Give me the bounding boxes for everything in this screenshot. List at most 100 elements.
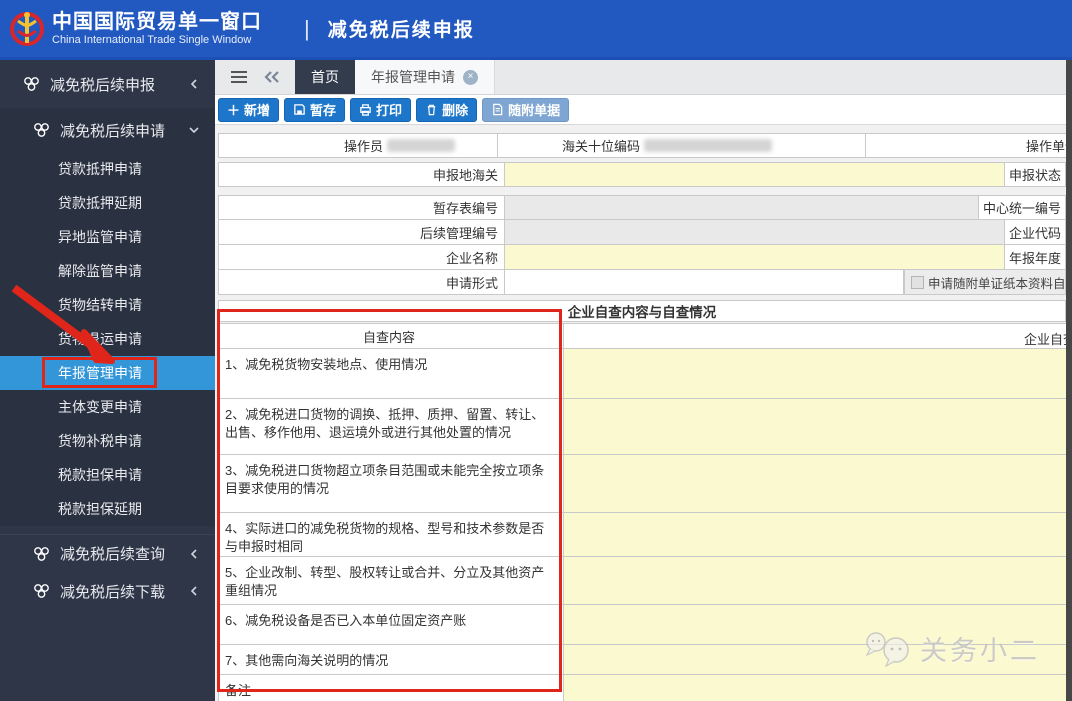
redacted-operator-value	[387, 139, 455, 152]
sidebar-group-减免税后续下载[interactable]: 减免税后续下载	[0, 572, 215, 610]
table-row-remark: 备注	[219, 674, 1072, 701]
vertical-scrollbar[interactable]	[1066, 60, 1072, 701]
app-window: 中国国际贸易单一窗口 China International Trade Sin…	[0, 0, 1072, 701]
remark-input[interactable]	[564, 674, 1072, 701]
sidebar-item-label: 货物补税申请	[58, 431, 142, 451]
app-header: 中国国际贸易单一窗口 China International Trade Sin…	[0, 0, 1072, 60]
operator-unit-cell: 操作单位名称	[865, 134, 1072, 157]
enterprise-name-row: 企业名称 年报年度	[218, 245, 1066, 270]
table-row-4: 4、实际进口的减免税货物的规格、型号和技术参数是否与申报时相同	[219, 512, 1072, 556]
add-button-label: 新增	[244, 100, 270, 119]
operator-cell: 操作员	[219, 134, 497, 157]
self-check-table: 自查内容 企业自查情况 1、减免税货物安装地点、使用情况 2、减免税进口货物的调…	[218, 323, 1072, 701]
sidebar-root-减免税后续申报[interactable]: 减免税后续申报	[0, 60, 215, 108]
page-title: 减免税后续申报	[328, 15, 475, 42]
center-unified-no-label: 中心统一编号	[979, 198, 1065, 217]
brand-titles: 中国国际贸易单一窗口 China International Trade Sin…	[52, 11, 262, 47]
sidebar-item-税款担保延期[interactable]: 税款担保延期	[0, 492, 215, 526]
sidebar: 减免税后续申报 减免税后续申请 贷款抵押申请 贷款抵押延期 异地监管申请 解除监…	[0, 60, 215, 701]
apply-form-label: 申请形式	[219, 273, 504, 292]
chevron-left-icon	[189, 79, 199, 89]
tab-home[interactable]: 首页	[295, 60, 355, 94]
self-check-input-2[interactable]	[564, 398, 1072, 454]
table-row-6: 6、减免税设备是否已入本单位固定资产账	[219, 604, 1072, 644]
draft-no-row: 暂存表编号 中心统一编号	[218, 195, 1066, 220]
follow-up-no-label: 后续管理编号	[219, 223, 504, 242]
sidebar-item-label: 贷款抵押申请	[58, 159, 142, 179]
sidebar-item-label: 货物结转申请	[58, 295, 142, 315]
action-toolbar: ＋ 新增 暂存 打印 删除	[215, 95, 1072, 125]
header-divider: |	[304, 16, 310, 42]
sidebar-item-label: 货物退运申请	[58, 329, 142, 349]
declare-customs-label: 申报地海关	[219, 165, 504, 184]
sidebar-root-label: 减免税后续申报	[50, 74, 155, 95]
sidebar-item-货物补税申请[interactable]: 货物补税申请	[0, 424, 215, 458]
tab-annual-report[interactable]: 年报管理申请 ×	[355, 60, 495, 94]
paper-docs-checkbox-label: 申请随附单证纸本资料自行保管	[928, 273, 1065, 292]
self-check-input-6[interactable]	[564, 604, 1072, 644]
save-draft-button[interactable]: 暂存	[284, 98, 345, 122]
sidebar-item-label: 税款担保申请	[58, 465, 142, 485]
sidebar-item-label: 贷款抵押延期	[58, 193, 142, 213]
declare-customs-field[interactable]	[504, 163, 1005, 186]
sidebar-group-减免税后续查询[interactable]: 减免税后续查询	[0, 534, 215, 572]
module-cluster-icon	[22, 76, 42, 92]
customs-code-label: 海关十位编码	[562, 136, 640, 155]
paper-docs-checkbox[interactable]	[911, 276, 924, 289]
sidebar-group-减免税后续申请[interactable]: 减免税后续申请	[0, 108, 215, 152]
self-check-item-4: 4、实际进口的减免税货物的规格、型号和技术参数是否与申报时相同	[219, 512, 564, 556]
sidebar-item-税款担保申请[interactable]: 税款担保申请	[0, 458, 215, 492]
collapse-tabs-icon[interactable]	[263, 70, 281, 84]
sidebar-item-货物结转申请[interactable]: 货物结转申请	[0, 288, 215, 322]
apply-form-row: 申请形式 申请随附单证纸本资料自行保管	[218, 270, 1066, 295]
sidebar-group-label: 减免税后续申请	[60, 120, 165, 141]
table-row-2: 2、减免税进口货物的调换、抵押、质押、留置、转让、出售、移作他用、退运境外或进行…	[219, 398, 1072, 454]
sidebar-item-贷款抵押延期[interactable]: 贷款抵押延期	[0, 186, 215, 220]
add-button[interactable]: ＋ 新增	[218, 98, 279, 122]
tab-close-icon[interactable]: ×	[463, 70, 478, 85]
sidebar-item-贷款抵押申请[interactable]: 贷款抵押申请	[0, 152, 215, 186]
sidebar-item-label: 异地监管申请	[58, 227, 142, 247]
redacted-customs-code-value	[644, 139, 772, 152]
sidebar-item-label: 税款担保延期	[58, 499, 142, 519]
apply-form-field[interactable]	[504, 270, 904, 294]
sidebar-item-解除监管申请[interactable]: 解除监管申请	[0, 254, 215, 288]
sidebar-item-年报管理申请-active[interactable]: 年报管理申请	[0, 356, 215, 390]
self-check-item-1: 1、减免税货物安装地点、使用情况	[219, 348, 564, 398]
brand-title-en: China International Trade Single Window	[52, 34, 262, 47]
floppy-disk-icon	[293, 103, 306, 116]
enterprise-name-field[interactable]	[504, 245, 1005, 269]
self-check-item-7: 7、其他需向海关说明的情况	[219, 644, 564, 674]
hamburger-menu-icon[interactable]	[229, 69, 249, 85]
table-row-1: 1、减免税货物安装地点、使用情况	[219, 348, 1072, 398]
operator-info-row: 操作员 海关十位编码 操作单位名称	[218, 133, 1072, 158]
table-row-7: 7、其他需向海关说明的情况	[219, 644, 1072, 674]
sidebar-item-异地监管申请[interactable]: 异地监管申请	[0, 220, 215, 254]
col-header-self-check-content: 自查内容	[219, 323, 564, 348]
follow-up-no-row: 后续管理编号 企业代码	[218, 220, 1066, 245]
self-check-input-4[interactable]	[564, 512, 1072, 556]
sidebar-item-主体变更申请[interactable]: 主体变更申请	[0, 390, 215, 424]
self-check-input-3[interactable]	[564, 454, 1072, 512]
self-check-table-header: 自查内容 企业自查情况	[219, 323, 1072, 348]
table-row-3: 3、减免税进口货物超立项条目范围或未能完全按立项条目要求使用的情况	[219, 454, 1072, 512]
customs-logo-icon	[10, 9, 44, 49]
delete-button[interactable]: 删除	[416, 98, 477, 122]
draft-no-label: 暂存表编号	[219, 198, 504, 217]
enterprise-name-label: 企业名称	[219, 248, 504, 267]
self-check-input-1[interactable]	[564, 348, 1072, 398]
module-cluster-icon	[32, 546, 52, 562]
declare-status-label: 申报状态	[1005, 165, 1065, 184]
customs-code-cell: 海关十位编码	[497, 134, 865, 157]
self-check-input-7[interactable]	[564, 644, 1072, 674]
attached-documents-button[interactable]: 随附单据	[482, 98, 569, 122]
self-check-item-6: 6、减免税设备是否已入本单位固定资产账	[219, 604, 564, 644]
save-draft-label: 暂存	[310, 100, 336, 119]
self-check-input-5[interactable]	[564, 556, 1072, 604]
tab-home-label: 首页	[311, 67, 339, 87]
print-button[interactable]: 打印	[350, 98, 411, 122]
chevron-down-icon	[189, 125, 199, 135]
sidebar-item-货物退运申请[interactable]: 货物退运申请	[0, 322, 215, 356]
sidebar-group-label: 减免税后续下载	[60, 581, 165, 602]
self-check-item-2: 2、减免税进口货物的调换、抵押、质押、留置、转让、出售、移作他用、退运境外或进行…	[219, 398, 564, 454]
